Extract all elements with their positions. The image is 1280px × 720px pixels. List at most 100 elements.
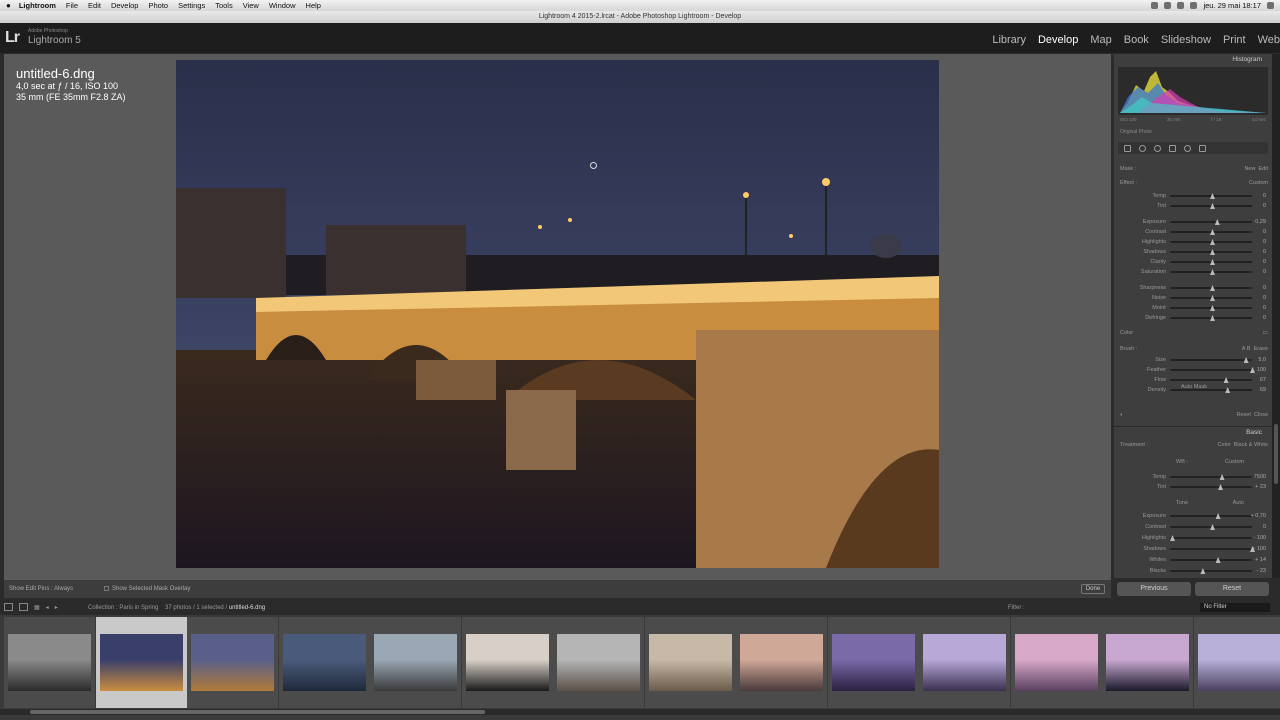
mask-slider-defringe[interactable]: Defringe 0 — [1120, 313, 1268, 323]
scrollbar-thumb[interactable] — [1274, 424, 1278, 484]
slider-value[interactable]: + 0,70 — [1251, 511, 1266, 521]
done-button[interactable]: Done — [1081, 584, 1105, 594]
slider-track[interactable] — [1170, 515, 1252, 517]
mask-slider-saturation[interactable]: Saturation 0 — [1120, 267, 1268, 277]
slider-contrast[interactable]: Contrast 0 — [1120, 522, 1268, 532]
edit-pins-value[interactable]: Always — [54, 586, 73, 592]
thumbnail-image[interactable] — [99, 634, 183, 691]
slider-value[interactable]: 0 — [1263, 257, 1266, 267]
brush-close-button[interactable]: Close — [1254, 412, 1268, 418]
collection-name[interactable]: Collection : Paris in Spring — [88, 605, 158, 611]
grid-view-icon[interactable]: ▦ — [34, 604, 40, 611]
filmstrip-thumbnail[interactable] — [1102, 617, 1193, 708]
slider-value[interactable]: 100 — [1257, 365, 1266, 375]
mask-slider-highlights[interactable]: Highlights 0 — [1120, 237, 1268, 247]
thumbnail-image[interactable] — [374, 634, 457, 691]
tone-auto-button[interactable]: Auto — [1233, 500, 1244, 506]
menu-settings[interactable]: Settings — [178, 1, 205, 10]
menu-tools[interactable]: Tools — [215, 1, 233, 10]
slider-track[interactable] — [1170, 379, 1252, 381]
thumbnail-image[interactable] — [1106, 634, 1189, 691]
slider-value[interactable]: 7500 — [1254, 472, 1266, 482]
slider-track[interactable] — [1170, 359, 1252, 361]
slider-track[interactable] — [1170, 537, 1252, 539]
forward-arrow-icon[interactable]: ▸ — [55, 604, 58, 611]
previous-button[interactable]: Previous — [1117, 582, 1191, 596]
mask-slider-shadows[interactable]: Shadows 0 — [1120, 247, 1268, 257]
brush-erase-button[interactable]: Erase — [1254, 346, 1268, 352]
wifi-icon[interactable] — [1177, 2, 1185, 9]
thumbnail-image[interactable] — [831, 634, 915, 691]
thumbnail-image[interactable] — [465, 634, 549, 691]
mask-overlay-control[interactable]: Show Selected Mask Overlay — [104, 586, 190, 592]
back-arrow-icon[interactable]: ◂ — [46, 604, 49, 611]
filmstrip-thumbnail[interactable] — [919, 617, 1010, 708]
thumbnail-image[interactable] — [1014, 634, 1098, 691]
slider-value[interactable]: + 23 — [1255, 482, 1266, 492]
edit-pins-control[interactable]: Show Edit Pins : Always — [9, 586, 73, 592]
thumbnail-image[interactable] — [8, 634, 91, 691]
mask-slider-temp[interactable]: Temp 0 — [1120, 191, 1268, 201]
crop-tool-icon[interactable] — [1124, 144, 1131, 152]
slider-track[interactable] — [1170, 486, 1252, 488]
slider-whites[interactable]: Whites + 14 — [1120, 555, 1268, 565]
panel-switch-icon[interactable]: ◐ — [1120, 412, 1123, 418]
graduated-filter-icon[interactable] — [1169, 144, 1176, 152]
view-toggle-icon[interactable] — [4, 603, 13, 611]
filmstrip-thumbnail[interactable] — [4, 617, 95, 708]
filmstrip-thumbnail[interactable] — [370, 617, 461, 708]
slider-value[interactable]: 69 — [1260, 385, 1266, 395]
slider-value[interactable]: 0 — [1263, 313, 1266, 323]
slider-value[interactable]: 67 — [1260, 375, 1266, 385]
module-web[interactable]: Web — [1258, 34, 1280, 46]
filmstrip-thumbnail[interactable] — [644, 617, 736, 708]
menu-app[interactable]: Lightroom — [19, 1, 56, 10]
slider-value[interactable]: 0 — [1263, 293, 1266, 303]
filmstrip-scrollbar[interactable] — [0, 709, 1280, 715]
mask-slider-noise[interactable]: Noise 0 — [1120, 293, 1268, 303]
menu-photo[interactable]: Photo — [148, 1, 168, 10]
module-map[interactable]: Map — [1090, 34, 1111, 46]
radial-filter-icon[interactable] — [1184, 144, 1191, 152]
slider-value[interactable]: 0 — [1263, 191, 1266, 201]
adjustment-brush-icon[interactable] — [1199, 144, 1206, 152]
slider-tint[interactable]: Tint + 23 — [1120, 482, 1268, 492]
menu-window[interactable]: Window — [269, 1, 296, 10]
filmstrip-thumbnail[interactable] — [1193, 617, 1280, 708]
current-file[interactable]: untitled-6.dng — [229, 605, 265, 611]
slider-value[interactable]: 0 — [1263, 267, 1266, 277]
effect-preset-select[interactable]: Custom — [1249, 180, 1268, 186]
mask-slider-clarity[interactable]: Clarity 0 — [1120, 257, 1268, 267]
photo-image[interactable] — [176, 60, 939, 568]
battery-icon[interactable] — [1190, 2, 1198, 9]
slider-value[interactable]: - 23 — [1257, 566, 1266, 576]
mask-slider-moir-[interactable]: Moiré 0 — [1120, 303, 1268, 313]
slider-flow[interactable]: Flow 67 — [1120, 375, 1268, 385]
slider-track[interactable] — [1170, 389, 1252, 391]
module-library[interactable]: Library — [992, 34, 1026, 46]
histogram-header[interactable]: Histogram — [1114, 54, 1272, 65]
slider-value[interactable]: 0 — [1263, 201, 1266, 211]
slider-shadows[interactable]: Shadows + 100 — [1120, 544, 1268, 554]
slider-value[interactable]: + 14 — [1255, 555, 1266, 565]
right-panel-scrollbar[interactable] — [1272, 54, 1280, 578]
slider-track[interactable] — [1170, 221, 1252, 223]
module-develop[interactable]: Develop — [1038, 34, 1078, 46]
apple-menu-icon[interactable]: ● — [6, 1, 11, 10]
slider-value[interactable]: 0 — [1263, 247, 1266, 257]
slider-track[interactable] — [1170, 559, 1252, 561]
slider-value[interactable]: 0,29 — [1255, 217, 1266, 227]
thumbnail-image[interactable] — [740, 634, 823, 691]
slider-value[interactable]: 0 — [1263, 237, 1266, 247]
red-eye-icon[interactable] — [1154, 144, 1161, 152]
treatment-color[interactable]: Color — [1218, 442, 1231, 448]
slider-value[interactable]: + 100 — [1252, 544, 1266, 554]
mask-slider-exposure[interactable]: Exposure 0,29 — [1120, 217, 1268, 227]
filmstrip-thumbnail[interactable] — [553, 617, 644, 708]
thumbnail-image[interactable] — [282, 634, 366, 691]
thumbnail-image[interactable] — [1197, 634, 1280, 691]
menu-edit[interactable]: Edit — [88, 1, 101, 10]
menu-help[interactable]: Help — [306, 1, 321, 10]
histogram-chart[interactable] — [1118, 67, 1268, 115]
slider-blacks[interactable]: Blacks - 23 — [1120, 566, 1268, 576]
